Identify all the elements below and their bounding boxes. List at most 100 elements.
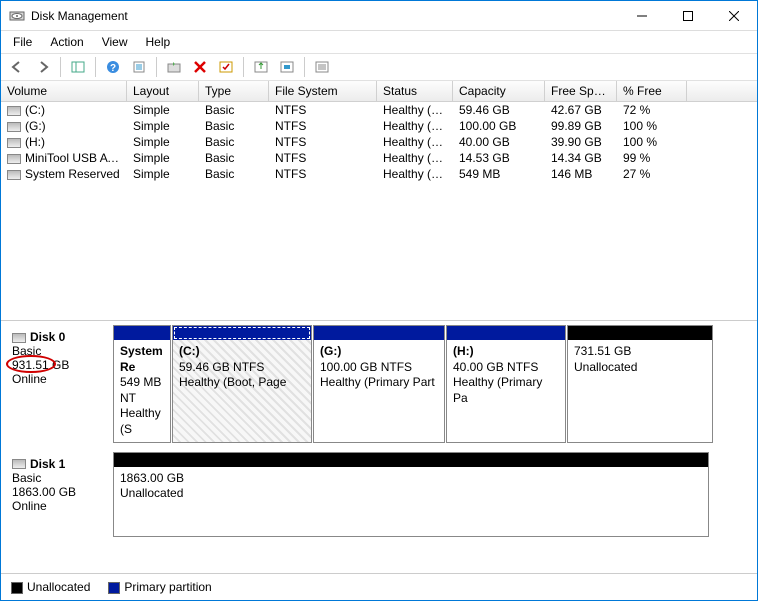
menu-file[interactable]: File — [5, 33, 40, 51]
disk-icon — [12, 459, 26, 469]
properties-button[interactable] — [127, 56, 151, 78]
column-header[interactable]: Status — [377, 81, 453, 101]
volume-cell: Healthy (P... — [377, 118, 453, 134]
column-header[interactable]: Type — [199, 81, 269, 101]
settings-button[interactable] — [275, 56, 299, 78]
volume-name: MiniTool USB A R... — [1, 150, 127, 166]
menu-help[interactable]: Help — [138, 33, 179, 51]
volume-cell: Healthy (P... — [377, 134, 453, 150]
volume-list-header: VolumeLayoutTypeFile SystemStatusCapacit… — [1, 81, 757, 102]
show-hide-console-button[interactable] — [66, 56, 90, 78]
volume-name: (H:) — [1, 134, 127, 150]
volume-cell: Healthy (P... — [377, 150, 453, 166]
volume-cell: Basic — [199, 134, 269, 150]
action-button[interactable] — [249, 56, 273, 78]
legend-swatch — [11, 582, 23, 594]
minimize-button[interactable] — [619, 1, 665, 31]
partition-body: (G:)100.00 GB NTFSHealthy (Primary Part — [314, 340, 444, 442]
partition-body: (H:)40.00 GB NTFSHealthy (Primary Pa — [447, 340, 565, 442]
volume-cell: Healthy (S... — [377, 166, 453, 182]
refresh-button[interactable] — [162, 56, 186, 78]
volume-row[interactable]: MiniTool USB A R...SimpleBasicNTFSHealth… — [1, 150, 757, 166]
column-header[interactable]: % Free — [617, 81, 687, 101]
volume-cell: 100 % — [617, 134, 687, 150]
toolbar: ? — [1, 53, 757, 81]
volume-icon — [7, 170, 21, 180]
legend-item: Primary partition — [108, 580, 211, 594]
disk-info[interactable]: Disk 0Basic931.51 GBOnline — [7, 325, 113, 443]
disk-name: Disk 1 — [30, 457, 65, 471]
apply-button[interactable] — [214, 56, 238, 78]
volume-cell: NTFS — [269, 102, 377, 118]
partition-container: System Re549 MB NTHealthy (S(C:)59.46 GB… — [113, 325, 747, 443]
primary-partition[interactable]: (C:)59.46 GB NTFSHealthy (Boot, Page — [172, 325, 312, 443]
list-button[interactable] — [310, 56, 334, 78]
volume-cell: 14.34 GB — [545, 150, 617, 166]
volume-cell: 39.90 GB — [545, 134, 617, 150]
column-header[interactable]: Volume — [1, 81, 127, 101]
partition-body: 731.51 GBUnallocated — [568, 340, 712, 442]
volume-cell: NTFS — [269, 118, 377, 134]
partition-band — [568, 326, 712, 340]
volume-row[interactable]: (G:)SimpleBasicNTFSHealthy (P...100.00 G… — [1, 118, 757, 134]
primary-partition[interactable]: (G:)100.00 GB NTFSHealthy (Primary Part — [313, 325, 445, 443]
volume-icon — [7, 138, 21, 148]
app-icon — [9, 8, 25, 24]
partition-band — [114, 326, 170, 340]
unallocated-partition[interactable]: 1863.00 GBUnallocated — [113, 452, 709, 537]
volume-row[interactable]: (H:)SimpleBasicNTFSHealthy (P...40.00 GB… — [1, 134, 757, 150]
volume-cell: 27 % — [617, 166, 687, 182]
graphical-scroll[interactable]: Disk 0Basic931.51 GBOnlineSystem Re549 M… — [1, 321, 757, 573]
volume-row[interactable]: (C:)SimpleBasicNTFSHealthy (B...59.46 GB… — [1, 102, 757, 118]
volume-cell: Basic — [199, 150, 269, 166]
menu-action[interactable]: Action — [42, 33, 91, 51]
delete-button[interactable] — [188, 56, 212, 78]
disk-row: Disk 0Basic931.51 GBOnlineSystem Re549 M… — [1, 321, 753, 448]
disk-name: Disk 0 — [30, 330, 65, 344]
volume-cell: Simple — [127, 118, 199, 134]
volume-cell: Basic — [199, 166, 269, 182]
volume-cell: Simple — [127, 102, 199, 118]
close-button[interactable] — [711, 1, 757, 31]
volume-cell: 549 MB — [453, 166, 545, 182]
volume-name: (C:) — [1, 102, 127, 118]
legend-swatch — [108, 582, 120, 594]
volume-list[interactable]: VolumeLayoutTypeFile SystemStatusCapacit… — [1, 81, 757, 321]
volume-cell: Simple — [127, 150, 199, 166]
volume-cell: 99 % — [617, 150, 687, 166]
partition-band — [447, 326, 565, 340]
volume-cell: NTFS — [269, 150, 377, 166]
volume-cell: 99.89 GB — [545, 118, 617, 134]
primary-partition[interactable]: System Re549 MB NTHealthy (S — [113, 325, 171, 443]
disk-size: 1863.00 GB — [12, 485, 108, 499]
partition-body: System Re549 MB NTHealthy (S — [114, 340, 170, 442]
volume-cell: Basic — [199, 118, 269, 134]
disk-info[interactable]: Disk 1Basic1863.00 GBOnline — [7, 452, 113, 537]
column-header[interactable]: File System — [269, 81, 377, 101]
partition-body: (C:)59.46 GB NTFSHealthy (Boot, Page — [173, 340, 311, 442]
column-header[interactable]: Layout — [127, 81, 199, 101]
forward-button[interactable] — [31, 56, 55, 78]
help-button[interactable]: ? — [101, 56, 125, 78]
menu-view[interactable]: View — [94, 33, 136, 51]
disk-management-window: Disk Management FileActionViewHelp ? — [0, 0, 758, 601]
partition-band — [314, 326, 444, 340]
volume-cell: 146 MB — [545, 166, 617, 182]
volume-cell: 42.67 GB — [545, 102, 617, 118]
column-header[interactable]: Free Spa... — [545, 81, 617, 101]
svg-text:?: ? — [110, 63, 116, 74]
primary-partition[interactable]: (H:)40.00 GB NTFSHealthy (Primary Pa — [446, 325, 566, 443]
volume-name: System Reserved — [1, 166, 127, 182]
disk-icon — [12, 333, 26, 343]
volume-cell: 72 % — [617, 102, 687, 118]
disk-type: Basic — [12, 471, 108, 485]
column-header[interactable]: Capacity — [453, 81, 545, 101]
legend: UnallocatedPrimary partition — [1, 573, 757, 600]
volume-cell: 14.53 GB — [453, 150, 545, 166]
unallocated-partition[interactable]: 731.51 GBUnallocated — [567, 325, 713, 443]
maximize-button[interactable] — [665, 1, 711, 31]
partition-band — [173, 326, 311, 340]
back-button[interactable] — [5, 56, 29, 78]
window-title: Disk Management — [31, 9, 619, 23]
volume-row[interactable]: System ReservedSimpleBasicNTFSHealthy (S… — [1, 166, 757, 182]
